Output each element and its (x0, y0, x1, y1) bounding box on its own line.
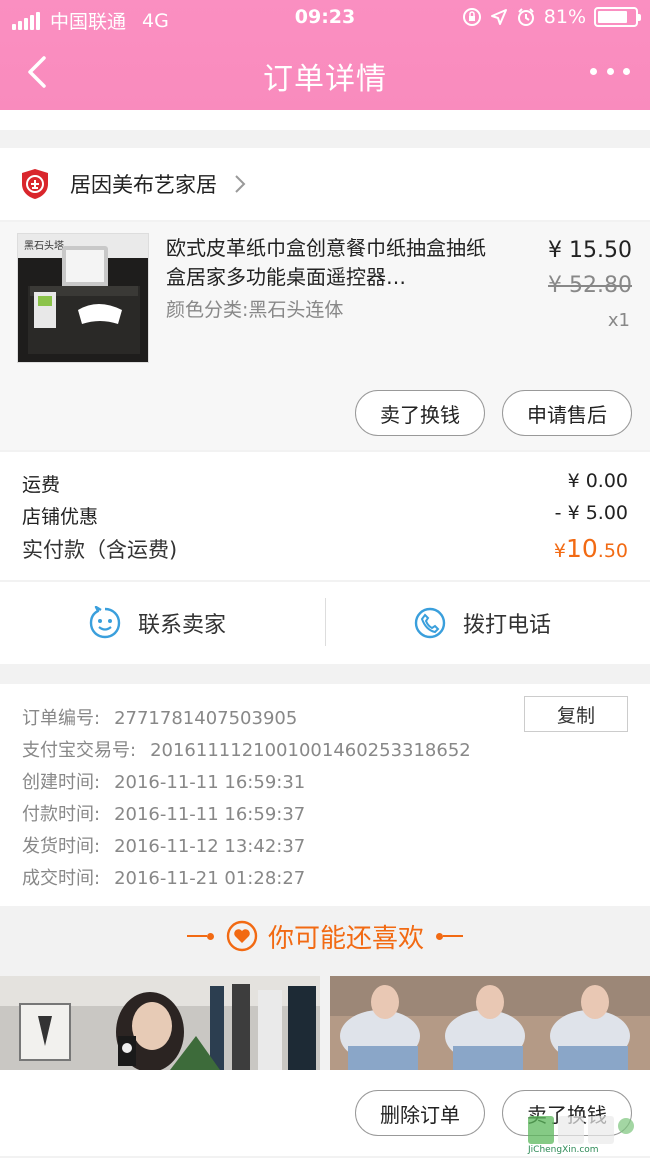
info-value: 2016111121001001460253318652 (150, 740, 471, 761)
info-row-alipay-no: 支付宝交易号: 2016111121001001460253318652 (22, 736, 471, 762)
phone-icon (414, 607, 446, 639)
info-row-paid: 付款时间: 2016-11-11 16:59:37 (22, 800, 305, 826)
info-row-created: 创建时间: 2016-11-11 16:59:31 (22, 768, 305, 794)
watermark-text: JiChengXin.com (527, 1145, 599, 1154)
contact-seller-label: 联系卖家 (138, 613, 227, 638)
info-label: 发货时间: (22, 836, 101, 857)
recommend-item-1[interactable] (0, 976, 320, 1070)
watermark-logo: JiChengXin.com (526, 1112, 644, 1155)
alarm-icon (517, 8, 534, 26)
recommend-image-2 (330, 976, 650, 1070)
order-info: 订单编号: 2771781407503905 支付宝交易号: 20161111210… (0, 684, 650, 906)
heart-icon (226, 920, 258, 952)
discount-row: 店铺优惠 - ¥ 5.00 (22, 502, 628, 529)
info-row-completed: 成交时间: 2016-11-21 01:28:27 (22, 864, 305, 890)
contact-bar: 联系卖家 拨打电话 (0, 582, 650, 664)
sell-button[interactable]: 卖了换钱 (355, 390, 485, 436)
rotation-lock-icon (462, 8, 481, 26)
paid-label: 实付款（含运费) (22, 538, 178, 562)
product-quantity: x1 (607, 310, 630, 331)
recommend-title: 你可能还喜欢 (267, 923, 424, 954)
cost-summary: 运费 ¥ 0.00 店铺优惠 - ¥ 5.00 实付款（含运费) ¥10.50 (0, 452, 650, 580)
paid-row: 实付款（含运费) ¥10.50 (22, 534, 628, 564)
location-icon (490, 9, 507, 25)
product-image-text: 黑石头塔 (24, 239, 64, 252)
recommend-header: 你可能还喜欢 (0, 906, 650, 966)
info-label: 订单编号: (22, 708, 101, 729)
info-label: 支付宝交易号: (22, 740, 137, 761)
info-label: 付款时间: (22, 804, 101, 825)
delete-order-button[interactable]: 删除订单 (355, 1090, 485, 1136)
status-bar: 中国联通 4G 09:23 81% (0, 0, 650, 36)
product-sku: 颜色分类:黑石头连体 (166, 299, 344, 321)
after-sale-button[interactable]: 申请售后 (502, 390, 632, 436)
chevron-right-icon (235, 175, 246, 193)
bottom-action-bar: 删除订单 卖了换钱 JiChengXin.com (0, 1070, 650, 1156)
info-value: 2016-11-21 01:28:27 (114, 868, 306, 889)
paid-currency: ¥ (553, 540, 566, 562)
info-label: 成交时间: (22, 868, 101, 889)
spacer (0, 110, 650, 130)
product-original-price: ¥ 52.80 (548, 273, 632, 298)
product-price: ¥ 15.50 (548, 238, 632, 263)
paid-integer: 10 (565, 534, 598, 563)
deco-line-left (186, 932, 214, 940)
app-header: 中国联通 4G 09:23 81% 订单详情 (0, 0, 650, 110)
product-image: 黑石头塔 (17, 233, 149, 363)
shop-name: 居因美布艺家居 (70, 173, 217, 197)
info-value: 2771781407503905 (114, 708, 298, 729)
shipping-value: ¥ 0.00 (567, 470, 628, 492)
shipping-label: 运费 (22, 474, 61, 496)
info-value: 2016-11-11 16:59:31 (114, 772, 306, 793)
battery-icon (594, 7, 641, 27)
more-options-icon[interactable] (590, 56, 630, 86)
shop-badge-icon (22, 169, 48, 199)
chat-face-icon (89, 606, 121, 639)
deco-line-right (436, 932, 463, 940)
copy-button[interactable]: 复制 (524, 696, 628, 732)
discount-label: 店铺优惠 (22, 506, 99, 528)
contact-seller-button[interactable]: 联系卖家 (88, 582, 226, 664)
divider (325, 598, 326, 646)
page-title: 订单详情 (263, 62, 387, 97)
info-row-shipped: 发货时间: 2016-11-12 13:42:37 (22, 832, 305, 858)
info-label: 创建时间: (22, 772, 101, 793)
call-phone-label: 拨打电话 (463, 613, 552, 638)
product-title: 欧式皮革纸巾盒创意餐巾纸抽盒抽纸盒居家多功能桌面遥控器… (166, 236, 486, 289)
info-row-order-no: 订单编号: 2771781407503905 (22, 704, 297, 730)
nav-bar: 订单详情 (0, 36, 650, 110)
discount-value: - ¥ 5.00 (554, 502, 628, 524)
battery-percent: 81% (543, 6, 586, 28)
recommend-item-2[interactable] (330, 976, 650, 1070)
info-value: 2016-11-12 13:42:37 (114, 836, 306, 857)
paid-decimal: .50 (597, 540, 628, 562)
info-value: 2016-11-11 16:59:37 (114, 804, 306, 825)
product-item[interactable]: 黑石头塔 欧式皮革纸巾盒创意餐巾纸抽盒抽纸盒居家多功能桌面遥控器… 颜色分类:黑… (0, 222, 650, 450)
paid-value: ¥10.50 (554, 534, 628, 563)
shipping-row: 运费 ¥ 0.00 (22, 470, 628, 497)
recommend-image-1 (0, 976, 320, 1070)
call-phone-button[interactable]: 拨打电话 (413, 582, 551, 664)
shop-row[interactable]: 居因美布艺家居 (0, 148, 650, 220)
